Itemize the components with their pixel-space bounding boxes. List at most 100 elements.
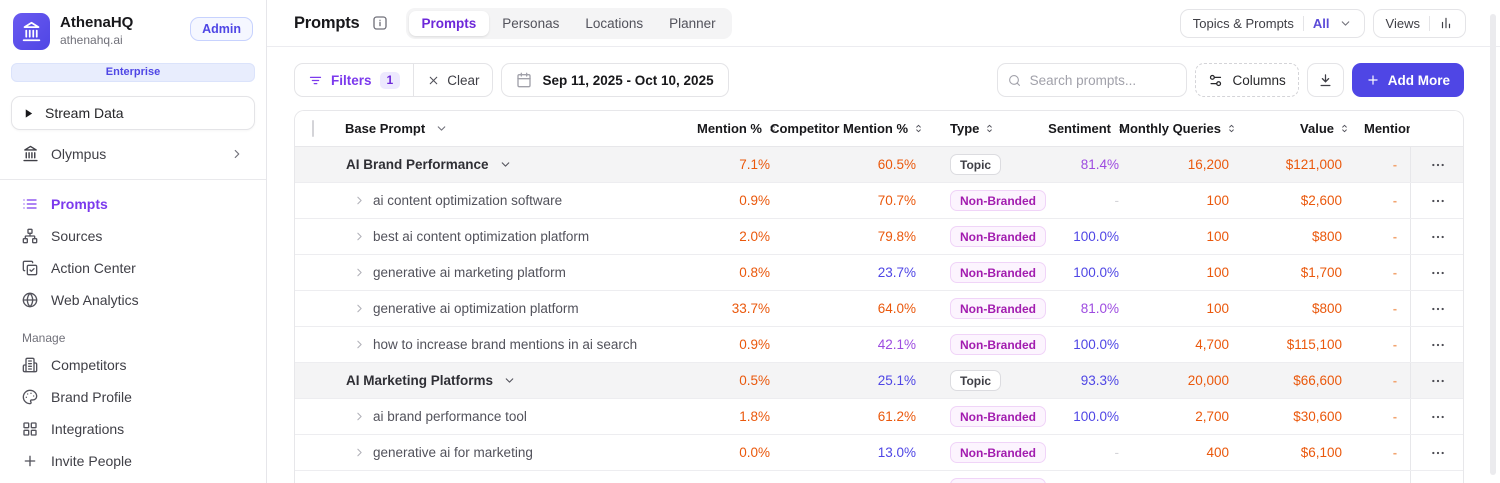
admin-badge[interactable]: Admin (190, 17, 253, 41)
row-actions-button[interactable] (1430, 193, 1446, 209)
table-row[interactable]: best ai content optimization platform 2.… (295, 219, 1463, 255)
table-body: AI Brand Performance 7.1% 60.5% Topic 81… (295, 147, 1463, 483)
sliders-icon (1210, 74, 1222, 86)
row-actions-button[interactable] (1430, 301, 1446, 317)
filters-count-badge: 1 (379, 71, 401, 89)
chevron-down-icon[interactable] (499, 158, 512, 171)
filters-label: Filters (331, 72, 372, 88)
search-input[interactable] (1029, 72, 1177, 88)
mentions-value: - (1392, 229, 1397, 244)
expand-row-icon[interactable] (345, 266, 373, 279)
vertical-scrollbar[interactable] (1490, 14, 1496, 475)
sidebar-item-brand-profile[interactable]: Brand Profile (11, 381, 255, 413)
chevron-down-icon[interactable] (503, 374, 516, 387)
column-header-monthly-queries[interactable]: Monthly Queries (1119, 121, 1221, 136)
table-row[interactable]: ai content optimization software 0.9% 70… (295, 183, 1463, 219)
row-actions-button[interactable] (1430, 409, 1446, 425)
sidebar-item-integrations[interactable]: Integrations (11, 413, 255, 445)
sidebar-item-web-analytics[interactable]: Web Analytics (11, 284, 255, 316)
column-header-mention[interactable]: Mention % (697, 121, 762, 136)
grid-icon (23, 422, 37, 436)
table-row[interactable]: how to increase brand mentions in ai sea… (295, 327, 1463, 363)
topics-prompts-label: Topics & Prompts (1192, 15, 1294, 31)
value-amount: $115,100 (1286, 337, 1342, 352)
row-actions-button[interactable] (1430, 265, 1446, 281)
athenahq-logo-icon (13, 13, 50, 50)
table-row[interactable]: generative ai for marketing 0.0% 13.0% N… (295, 435, 1463, 471)
sort-icon[interactable] (1226, 123, 1237, 134)
value-amount: $800 (1311, 301, 1342, 316)
button-divider (1302, 15, 1304, 31)
competitor-mention-percent-value: 13.0% (877, 445, 916, 460)
download-icon (1320, 73, 1331, 86)
topics-prompts-dropdown[interactable]: Topics & Prompts All (1179, 8, 1365, 38)
sort-icon[interactable] (984, 123, 995, 134)
column-header-competitor-mention[interactable]: Competitor Mention % (770, 121, 908, 136)
mention-percent-value: 0.9% (739, 337, 770, 352)
monthly-queries-value: 100 (1206, 265, 1229, 280)
value-amount: $1,700 (1300, 265, 1342, 280)
expand-row-icon[interactable] (345, 194, 373, 207)
value-amount: $121,000 (1285, 157, 1342, 172)
info-icon[interactable] (372, 15, 388, 31)
tab-locations[interactable]: Locations (572, 11, 656, 36)
expand-row-icon[interactable] (345, 302, 373, 315)
sidebar-item-action-center[interactable]: Action Center (11, 252, 255, 284)
filters-button[interactable]: Filters 1 (295, 64, 413, 96)
date-range-picker[interactable]: Sep 11, 2025 - Oct 10, 2025 (501, 63, 729, 97)
row-actions-button[interactable] (1430, 229, 1446, 245)
expand-row-icon[interactable] (345, 410, 373, 423)
column-header-type[interactable]: Type (950, 121, 979, 136)
sort-icon[interactable] (1339, 123, 1350, 134)
sort-icon[interactable] (913, 123, 924, 134)
columns-button[interactable]: Columns (1195, 63, 1299, 97)
column-header-mentions[interactable]: Mentions (1364, 121, 1410, 136)
sidebar-item-invite-people[interactable]: Invite People (11, 445, 255, 477)
sentiment-value: - (1114, 445, 1120, 460)
expand-row-icon[interactable] (345, 230, 373, 243)
manage-section-label: Manage (22, 331, 66, 345)
views-button[interactable]: Views (1372, 8, 1466, 38)
tab-prompts[interactable]: Prompts (408, 10, 490, 36)
list-icon (23, 199, 37, 209)
tab-personas[interactable]: Personas (489, 11, 572, 36)
sentiment-value: 100.0% (1073, 229, 1119, 244)
org-header: AthenaHQ athenahq.ai Admin (11, 13, 255, 50)
add-more-button[interactable]: Add More (1351, 63, 1464, 97)
table-row[interactable]: AI Brand Performance 7.1% 60.5% Topic 81… (295, 147, 1463, 183)
mentions-value: - (1392, 193, 1397, 208)
sidebar-item-competitors[interactable]: Competitors (11, 349, 255, 381)
table-row[interactable]: generative ai optimization platform 33.7… (295, 291, 1463, 327)
expand-row-icon[interactable] (345, 338, 373, 351)
row-actions-button[interactable] (1430, 445, 1446, 461)
sentiment-value: 100.0% (1073, 337, 1119, 352)
prompt-name: generative ai for marketing (373, 445, 533, 460)
page-header: Prompts Prompts Personas Locations Plann… (267, 0, 1500, 47)
expand-row-icon[interactable] (345, 446, 373, 459)
sidebar-item-olympus[interactable]: Olympus (11, 137, 255, 170)
column-header-value[interactable]: Value (1300, 121, 1334, 136)
row-actions-button[interactable] (1430, 373, 1446, 389)
clear-filters-button[interactable]: Clear (414, 64, 492, 96)
tab-planner[interactable]: Planner (656, 11, 729, 36)
chevron-right-icon (234, 149, 240, 158)
type-badge: Topic (950, 154, 1002, 175)
row-actions-button[interactable] (1430, 157, 1446, 173)
table-row[interactable]: how to improve brand visibility with ai … (295, 471, 1463, 483)
stream-data-button[interactable]: Stream Data (11, 96, 255, 130)
landmark-icon (23, 145, 38, 162)
table-row[interactable]: generative ai marketing platform 0.8% 23… (295, 255, 1463, 291)
table-row[interactable]: AI Marketing Platforms 0.5% 25.1% Topic … (295, 363, 1463, 399)
sentiment-value: 93.3% (1080, 373, 1119, 388)
column-header-base-prompt[interactable]: Base Prompt (345, 121, 425, 136)
sidebar-item-prompts[interactable]: Prompts (11, 188, 255, 220)
download-button[interactable] (1306, 63, 1344, 97)
table-row[interactable]: ai brand performance tool 1.8% 61.2% Non… (295, 399, 1463, 435)
value-amount: $66,600 (1293, 373, 1342, 388)
column-header-sentiment[interactable]: Sentiment (1048, 121, 1111, 136)
select-all-checkbox[interactable] (312, 120, 314, 137)
sidebar-item-sources[interactable]: Sources (11, 220, 255, 252)
chevron-down-icon[interactable] (435, 122, 448, 135)
row-actions-button[interactable] (1430, 337, 1446, 353)
monthly-queries-value: 100 (1206, 301, 1229, 316)
